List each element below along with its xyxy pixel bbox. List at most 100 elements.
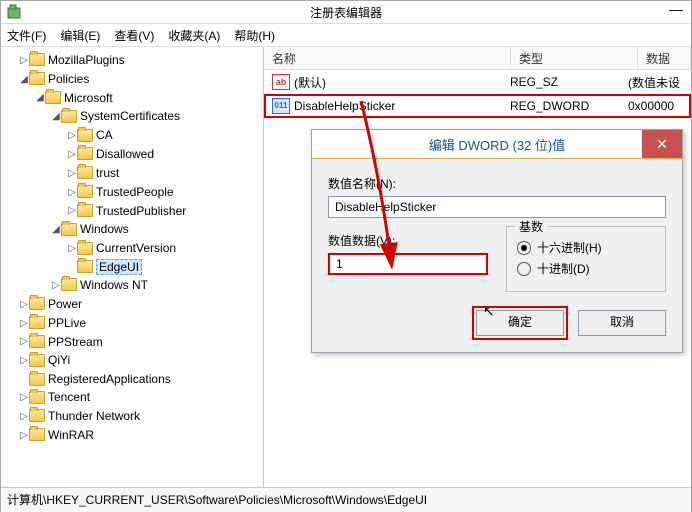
tree-item[interactable]: ▷ Power — [19, 295, 261, 314]
chevron-right-icon[interactable]: ▷ — [19, 427, 29, 445]
tree-label: WinRAR — [48, 428, 94, 442]
value-data-input[interactable] — [328, 253, 488, 275]
tree-label: Disallowed — [96, 147, 154, 161]
table-row[interactable]: ab(默认)REG_SZ(数值未设 — [264, 70, 691, 94]
chevron-down-icon[interactable]: ◢ — [35, 89, 45, 107]
menu-favorites[interactable]: 收藏夹(A) — [168, 27, 220, 44]
col-name[interactable]: 名称 — [264, 47, 511, 69]
tree-item[interactable]: ▷Windows NT — [51, 276, 261, 295]
chevron-right-icon[interactable]: ▷ — [67, 165, 77, 183]
value-name: DisableHelpSticker — [294, 99, 395, 113]
chevron-down-icon[interactable]: ◢ — [51, 221, 61, 239]
chevron-down-icon[interactable]: ◢ — [51, 108, 61, 126]
radio-hex-label: 十六进制(H) — [537, 239, 602, 256]
base-group: 基数 十六进制(H) 十进制(D) — [506, 226, 666, 292]
value-data-label: 数值数据(V): — [328, 232, 488, 249]
tree-item[interactable]: ▷CurrentVersion — [67, 239, 261, 258]
tree-item[interactable]: ◢Microsoft◢SystemCertificates▷CA▷Disallo… — [35, 89, 261, 295]
folder-icon — [77, 185, 93, 198]
col-type[interactable]: 类型 — [511, 47, 638, 69]
app-icon — [7, 4, 23, 20]
dialog-title-bar[interactable]: 编辑 DWORD (32 位)值 ✕ — [312, 130, 682, 159]
tree-item[interactable]: ▷trust — [67, 164, 261, 183]
tree-item[interactable]: ◢Policies◢Microsoft◢SystemCertificates▷C… — [19, 70, 261, 295]
tree-label: Tencent — [48, 390, 90, 404]
tree-item[interactable]: ▷ Tencent — [19, 388, 261, 407]
menu-file[interactable]: 文件(F) — [7, 27, 46, 44]
value-name: (默认) — [294, 74, 326, 91]
menu-edit[interactable]: 编辑(E) — [60, 27, 100, 44]
folder-icon — [29, 297, 45, 310]
status-bar: 计算机\HKEY_CURRENT_USER\Software\Policies\… — [1, 487, 691, 512]
folder-icon — [29, 373, 45, 386]
tree-item[interactable]: ▷ TrustedPeople — [67, 183, 261, 202]
tree-item[interactable]: ▷ Thunder Network — [19, 407, 261, 426]
tree-label: Windows — [80, 222, 129, 236]
chevron-right-icon[interactable]: ▷ — [19, 52, 29, 70]
radio-dec[interactable]: 十进制(D) — [517, 260, 655, 277]
folder-icon — [29, 354, 45, 367]
radio-dec-label: 十进制(D) — [537, 260, 590, 277]
window-title: 注册表编辑器 — [310, 4, 382, 21]
tree-label: TrustedPeople — [96, 185, 174, 199]
tree-item[interactable]: ◢SystemCertificates▷CA▷Disallowed▷trust▷… — [51, 107, 261, 220]
value-name-input[interactable] — [328, 196, 666, 218]
chevron-right-icon[interactable]: ▷ — [19, 296, 29, 314]
tree-item[interactable]: ◢ Windows ▷CurrentVersionEdgeUI — [51, 220, 261, 276]
dword-value-icon: 011 — [272, 98, 290, 114]
string-value-icon: ab — [272, 74, 290, 90]
menu-bar: 文件(F) 编辑(E) 查看(V) 收藏夹(A) 帮助(H) — [1, 24, 691, 47]
chevron-right-icon[interactable]: ▷ — [19, 408, 29, 426]
title-bar[interactable]: 注册表编辑器 — — [1, 1, 691, 24]
chevron-right-icon[interactable]: ▷ — [19, 389, 29, 407]
tree-pane[interactable]: ▷MozillaPlugins◢Policies◢Microsoft◢Syste… — [1, 47, 264, 487]
base-legend: 基数 — [515, 218, 547, 235]
tree-item[interactable]: ▷ Disallowed — [67, 145, 261, 164]
col-data[interactable]: 数据 — [638, 47, 691, 69]
tree-item[interactable]: ▷PPLive — [19, 314, 261, 333]
dialog-title: 编辑 DWORD (32 位)值 — [429, 135, 566, 154]
folder-icon — [77, 166, 93, 179]
radio-hex[interactable]: 十六进制(H) — [517, 239, 655, 256]
minimize-button[interactable]: — — [669, 1, 683, 17]
chevron-right-icon[interactable]: ▷ — [19, 352, 29, 370]
folder-icon — [61, 223, 77, 236]
folder-icon — [77, 129, 93, 142]
chevron-right-icon[interactable]: ▷ — [19, 315, 29, 333]
value-data: 0x00000 — [620, 99, 689, 113]
chevron-right-icon[interactable]: ▷ — [67, 184, 77, 202]
tree-item[interactable]: RegisteredApplications — [19, 370, 261, 388]
tree-label: Policies — [48, 72, 89, 86]
radio-dot-icon — [517, 241, 531, 255]
menu-view[interactable]: 查看(V) — [114, 27, 154, 44]
tree-item[interactable]: ▷CA — [67, 126, 261, 145]
tree-label: QiYi — [48, 353, 70, 367]
folder-icon — [29, 428, 45, 441]
tree-item[interactable]: ▷ MozillaPlugins — [19, 51, 261, 70]
folder-icon — [77, 147, 93, 160]
menu-help[interactable]: 帮助(H) — [234, 27, 275, 44]
tree-item[interactable]: EdgeUI — [67, 258, 261, 276]
table-row[interactable]: 011 DisableHelpSticker REG_DWORD0x00000 — [264, 94, 691, 118]
tree-item[interactable]: ▷TrustedPublisher — [67, 202, 261, 221]
close-icon[interactable]: ✕ — [642, 130, 682, 158]
chevron-right-icon[interactable]: ▷ — [19, 333, 29, 351]
chevron-right-icon[interactable]: ▷ — [67, 240, 77, 258]
tree-label: Microsoft — [64, 91, 113, 105]
chevron-right-icon[interactable]: ▷ — [67, 127, 77, 145]
tree-label: MozillaPlugins — [48, 53, 125, 67]
dialog-body: 数值名称(N): 数值数据(V): 基数 十六进制(H) — [312, 159, 682, 352]
folder-icon — [29, 391, 45, 404]
tree-label: Thunder Network — [48, 409, 140, 423]
tree-item[interactable]: ▷ QiYi — [19, 351, 261, 370]
tree-item[interactable]: ▷ WinRAR — [19, 426, 261, 445]
folder-icon — [61, 110, 77, 123]
chevron-down-icon[interactable]: ◢ — [19, 71, 29, 89]
chevron-right-icon[interactable]: ▷ — [51, 277, 61, 295]
tree-label: Power — [48, 297, 82, 311]
value-type: REG_DWORD — [502, 99, 620, 113]
tree-item[interactable]: ▷PPStream — [19, 333, 261, 352]
chevron-right-icon[interactable]: ▷ — [67, 146, 77, 164]
chevron-right-icon[interactable]: ▷ — [67, 202, 77, 220]
cancel-button[interactable]: 取消 — [578, 310, 666, 336]
